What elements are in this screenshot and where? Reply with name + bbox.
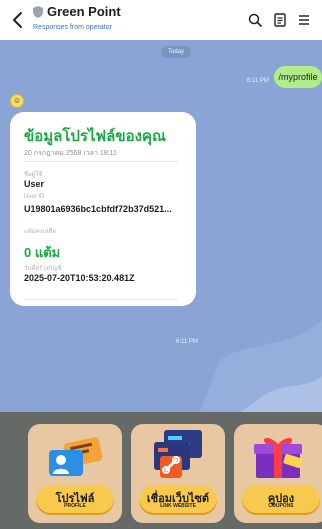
- divider: [24, 299, 178, 300]
- id-card-icon: [49, 437, 103, 476]
- bot-avatar[interactable]: ☺: [10, 94, 24, 108]
- outgoing-message-bubble[interactable]: /myprofile: [274, 66, 322, 88]
- user-id-value: U19801a6936bc1cbfdf72b37d521...: [24, 204, 172, 214]
- rich-menu: โปรไฟล์ PROFILE เชื่อมเว็บไซต์ LINK WEBS…: [0, 412, 322, 529]
- rich-menu-link-website-tile[interactable]: เชื่อมเว็บไซต์ LINK WEBSITE: [131, 424, 225, 523]
- link-website-label-en: LINK WEBSITE: [160, 503, 196, 509]
- coupons-label-en: COUPONS: [268, 503, 294, 509]
- created-at-value: 2025-07-20T10:53:20.481Z: [24, 273, 135, 283]
- notes-icon[interactable]: [272, 12, 288, 28]
- chat-header: Green Point Responses from operator: [0, 0, 322, 40]
- points-label: แต้มคงเหลือ: [24, 229, 56, 235]
- profile-card-date: 20 กรกฎาคม 2568 เวลา 18:11: [24, 150, 117, 157]
- username-value: User: [24, 179, 45, 189]
- date-chip: Today: [161, 46, 191, 58]
- profile-label-en: PROFILE: [64, 503, 86, 509]
- points-value: 0 แต้ม: [24, 245, 61, 260]
- username-label: ชื่อผู้ใช้: [24, 172, 43, 178]
- user-id-label: User ID: [24, 194, 45, 200]
- gift-box-icon: [254, 437, 303, 478]
- shield-icon: [33, 6, 43, 18]
- profile-card[interactable]: ข้อมูลโปรไฟล์ของคุณ 20 กรกฎาคม 2568 เวลา…: [10, 112, 196, 306]
- rich-menu-profile-tile[interactable]: โปรไฟล์ PROFILE: [28, 424, 122, 523]
- chat-area[interactable]: Today 6:11 PM /myprofile ☺ ข้อมูลโปรไฟล์…: [0, 40, 322, 412]
- coupons-pill: คูปอง COUPONS: [242, 485, 320, 515]
- rich-menu-coupons-tile[interactable]: คูปอง COUPONS: [234, 424, 322, 523]
- menu-icon[interactable]: [296, 12, 312, 28]
- chat-subtitle: Responses from operator: [33, 24, 112, 31]
- link-website-icon: [154, 430, 202, 478]
- divider: [24, 161, 178, 162]
- chat-title[interactable]: Green Point: [47, 4, 121, 19]
- outgoing-timestamp: 6:11 PM: [247, 78, 269, 84]
- profile-pill: โปรไฟล์ PROFILE: [36, 485, 114, 515]
- search-icon[interactable]: [247, 12, 263, 28]
- created-at-label: วันที่สร้างบัญชี: [24, 266, 62, 272]
- incoming-timestamp: 6:11 PM: [176, 339, 198, 345]
- link-website-pill: เชื่อมเว็บไซต์ LINK WEBSITE: [139, 485, 217, 515]
- back-chevron-icon[interactable]: [8, 10, 28, 30]
- profile-card-heading: ข้อมูลโปรไฟล์ของคุณ: [24, 128, 166, 145]
